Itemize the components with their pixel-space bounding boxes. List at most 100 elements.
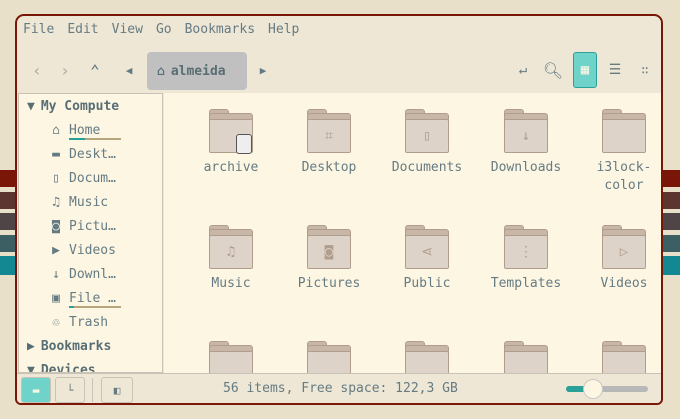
folder-icon: ▯: [405, 109, 449, 153]
trash-icon: ♲: [52, 314, 60, 330]
menu-help[interactable]: Help: [268, 22, 299, 37]
file-item[interactable]: [382, 341, 472, 373]
sidebar-item-trash[interactable]: ♲ Trash: [19, 310, 162, 334]
tree-sidebar-button[interactable]: └: [55, 377, 85, 403]
triangle-right-icon: ▶: [27, 338, 35, 354]
section-my-computer[interactable]: ▼ My Compute: [19, 94, 162, 118]
sidebar-item-label: Pictu…: [69, 218, 116, 234]
menu-go[interactable]: Go: [156, 22, 172, 37]
folder-icon: ⋮: [504, 225, 548, 269]
triangle-down-icon: ▼: [27, 362, 35, 373]
tree-icon: └: [66, 383, 74, 397]
file-name: Music: [211, 276, 251, 291]
compact-view-button[interactable]: ∷: [633, 54, 657, 86]
folder-icon: ⋖: [405, 225, 449, 269]
folder-icon: [602, 109, 646, 153]
sidebar-item-label: Music: [69, 194, 109, 210]
zoom-slider-thumb[interactable]: [583, 379, 604, 399]
file-item[interactable]: ⋖ Public: [382, 225, 472, 293]
section-bookmarks[interactable]: ▶ Bookmarks: [19, 334, 162, 358]
file-item[interactable]: ↓ Downloads: [481, 109, 571, 177]
triangle-down-icon: ▼: [27, 98, 35, 114]
menu-view[interactable]: View: [112, 22, 143, 37]
file-name: Templates: [490, 276, 562, 291]
sidebar-item-folder[interactable]: ▬ Deskt…: [19, 142, 162, 166]
music-icon: ♫: [52, 194, 60, 210]
menu-bookmarks[interactable]: Bookmarks: [185, 22, 255, 37]
sidebar-item-document[interactable]: ▯ Docum…: [19, 166, 162, 190]
download-icon: ↓: [52, 266, 60, 282]
chevron-left-icon: ‹: [32, 60, 42, 80]
path-scroll-left-button[interactable]: ◀: [119, 54, 139, 86]
folder-icon: ♫: [209, 225, 253, 269]
file-name: Desktop: [301, 160, 357, 175]
path-scroll-right-button[interactable]: ▶: [253, 54, 273, 86]
sidebar-item-download[interactable]: ↓ Downl…: [19, 262, 162, 286]
menu-edit[interactable]: Edit: [67, 22, 98, 37]
file-item[interactable]: archive: [186, 109, 276, 177]
zoom-slider[interactable]: [566, 379, 648, 399]
forward-button[interactable]: ›: [53, 54, 77, 86]
section-label: Devices: [40, 362, 96, 373]
folder-icon: ▷: [602, 225, 646, 269]
compact-grid-icon: ∷: [641, 63, 649, 77]
sidebar-item-label: Downl…: [69, 266, 116, 282]
breadcrumb-label: almeida: [170, 63, 226, 79]
file-item[interactable]: ▷ Videos: [579, 225, 661, 293]
breadcrumb-home[interactable]: ⌂ almeida: [147, 52, 247, 90]
folder-icon: [307, 341, 351, 373]
sidebar-item-home[interactable]: ⌂ Home: [19, 118, 162, 142]
up-button[interactable]: ⌃: [83, 54, 107, 86]
folder-icon: [209, 109, 253, 154]
file-name: Downloads: [490, 160, 562, 175]
icon-view-button[interactable]: ▦: [573, 52, 597, 88]
disk-usage-bar: [69, 306, 121, 308]
file-item[interactable]: [186, 341, 276, 373]
places-sidebar-button[interactable]: ▬: [21, 377, 51, 403]
file-item[interactable]: ▯ Documents: [382, 109, 472, 177]
file-item[interactable]: ⌗ Desktop: [284, 109, 374, 177]
file-grid: archive ⌗ Desktop ▯ Documents ↓ Downloads i3loc…: [164, 93, 661, 373]
sidebar-item-label: Trash: [69, 314, 109, 330]
search-button[interactable]: 🔍︎: [541, 54, 565, 86]
return-arrow-icon: ↵: [518, 62, 528, 78]
folder-icon: [209, 341, 253, 373]
sidebar-toggle-icon: ◧: [113, 383, 121, 397]
sidebar-item-label: Deskt…: [69, 146, 116, 162]
folder-icon: [405, 341, 449, 373]
folder-icon: ⌗: [307, 109, 351, 153]
menu-file[interactable]: File: [23, 22, 54, 37]
folder-icon: ▬: [32, 383, 40, 397]
sidebar-item-label: Home: [69, 122, 101, 138]
file-name: Pictures: [297, 276, 361, 291]
back-button[interactable]: ‹: [25, 54, 49, 86]
section-devices[interactable]: ▼ Devices: [19, 358, 162, 373]
list-icon: ☰: [608, 62, 622, 78]
location-toggle-button[interactable]: ↵: [511, 54, 535, 86]
sidebar-item-video[interactable]: ▶ Videos: [19, 238, 162, 262]
file-item[interactable]: ⋮ Templates: [481, 225, 571, 293]
sidebar-item-camera[interactable]: ◙ Pictu…: [19, 214, 162, 238]
file-item[interactable]: ◙ Pictures: [284, 225, 374, 293]
sidebar-item-label: File …: [69, 290, 116, 306]
file-name: archive: [203, 160, 259, 175]
file-name: Documents: [391, 160, 463, 175]
sidebar-item-label: Docum…: [69, 170, 116, 186]
chevron-right-icon: ›: [60, 60, 70, 80]
sidebar-item-filesystem[interactable]: ▣ File …: [19, 286, 162, 310]
section-label: My Compute: [40, 98, 120, 114]
file-item[interactable]: i3lock-color: [579, 109, 661, 195]
divider: [92, 378, 93, 402]
file-name: Videos: [600, 276, 648, 291]
status-text: 56 items, Free space: 122,3 GB: [223, 381, 458, 396]
camera-icon: ◙: [52, 218, 60, 234]
file-item[interactable]: [481, 341, 571, 373]
sidebar-item-music[interactable]: ♫ Music: [19, 190, 162, 214]
file-item[interactable]: ♫ Music: [186, 225, 276, 293]
search-icon: 🔍︎: [542, 60, 564, 80]
hide-sidebar-button[interactable]: ◧: [101, 377, 133, 403]
file-item[interactable]: [284, 341, 374, 373]
file-item[interactable]: [579, 341, 661, 373]
list-view-button[interactable]: ☰: [603, 54, 627, 86]
folder-icon: ▬: [52, 146, 60, 162]
